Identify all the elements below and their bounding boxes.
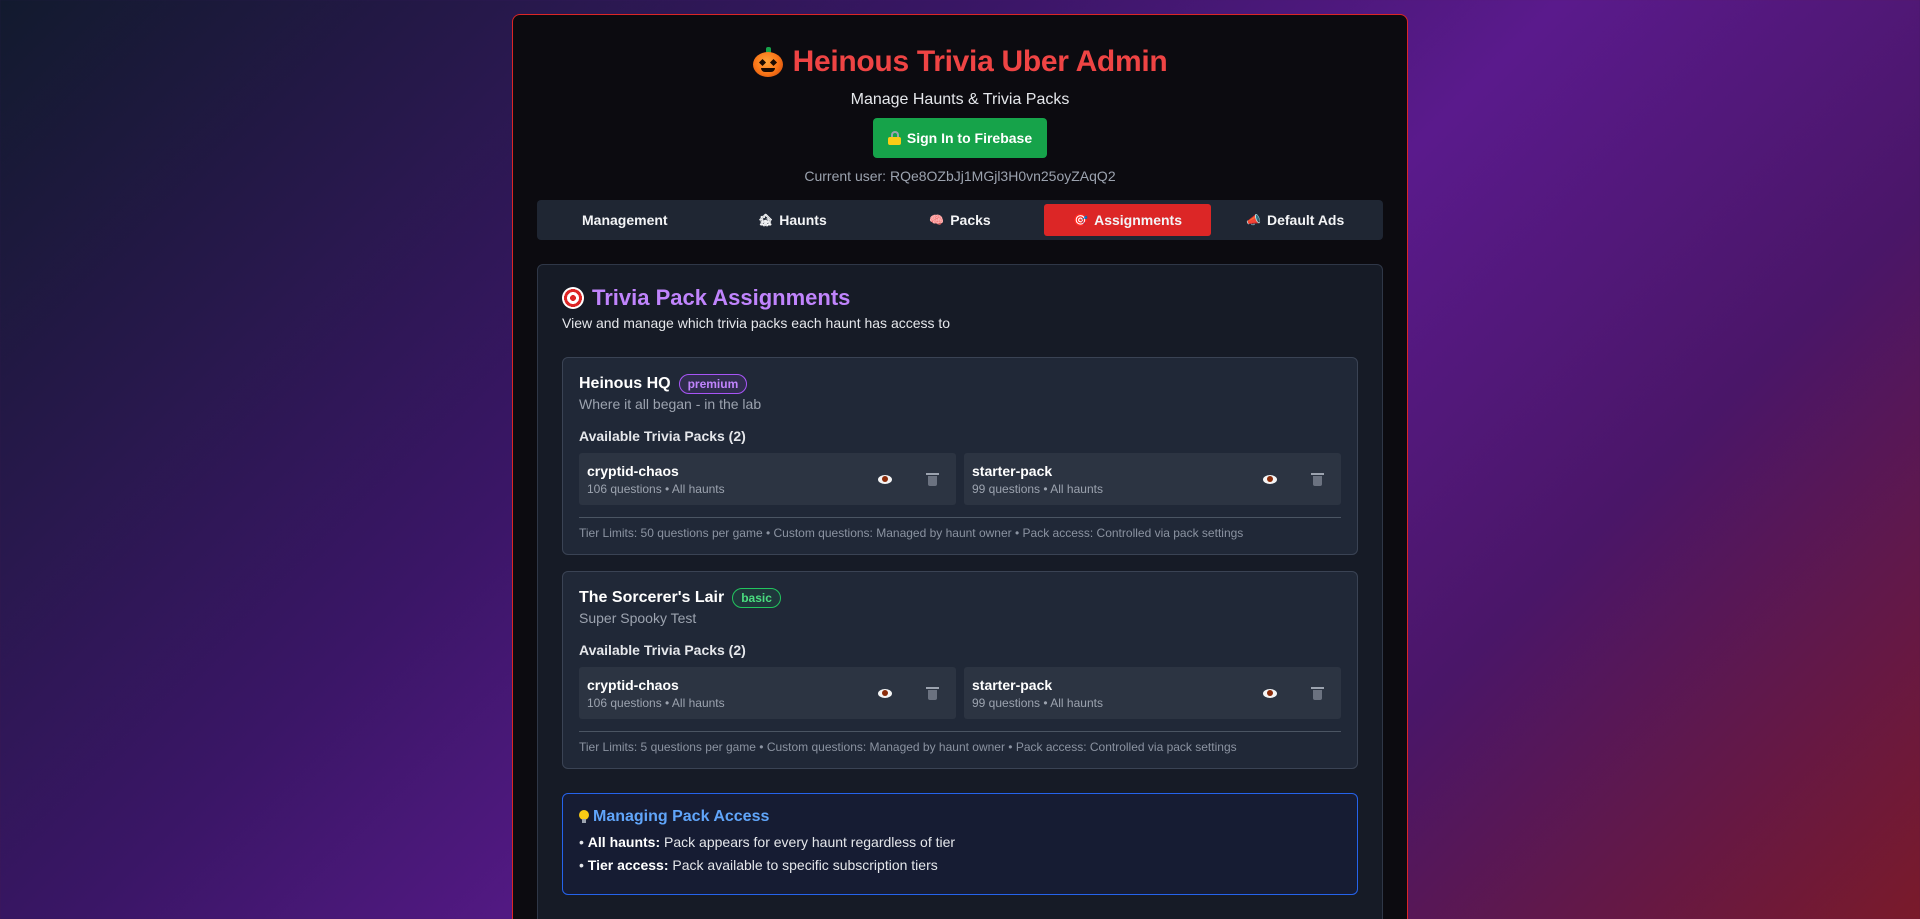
remove-pack-button[interactable]: [1301, 677, 1333, 709]
pack-item: starter-pack 99 questions • All haunts: [964, 453, 1341, 505]
packs-grid: cryptid-chaos 106 questions • All haunts…: [579, 453, 1341, 505]
target-icon: 🎯: [1073, 213, 1089, 227]
tab-assignments[interactable]: 🎯 Assignments: [1043, 204, 1212, 236]
tab-bar: Management 🏚 Haunts 🧠 Packs 🎯 Assignment…: [537, 200, 1383, 240]
eye-icon: [1263, 474, 1277, 484]
info-item-text: Pack available to specific subscription …: [672, 857, 938, 873]
pack-meta: 106 questions • All haunts: [587, 481, 725, 496]
packs-grid: cryptid-chaos 106 questions • All haunts…: [579, 667, 1341, 719]
info-item: • Tier access: Pack available to specifi…: [579, 857, 938, 873]
haunt-header: The Sorcerer's Lair basic: [579, 588, 1341, 608]
eye-icon: [878, 474, 892, 484]
assignments-section: Trivia Pack Assignments View and manage …: [537, 264, 1383, 919]
pack-item: starter-pack 99 questions • All haunts: [964, 667, 1341, 719]
section-title-row: Trivia Pack Assignments: [562, 285, 1358, 311]
info-item: • All haunts: Pack appears for every hau…: [579, 834, 956, 850]
admin-panel: Heinous Trivia Uber Admin Manage Haunts …: [512, 14, 1408, 919]
remove-pack-button[interactable]: [916, 677, 948, 709]
tab-label: Haunts: [779, 212, 827, 228]
haunt-card: The Sorcerer's Lair basic Super Spooky T…: [562, 571, 1358, 769]
lock-icon: [887, 131, 901, 145]
tab-management[interactable]: Management: [541, 204, 709, 236]
tab-haunts[interactable]: 🏚 Haunts: [709, 204, 877, 236]
view-pack-button[interactable]: [1254, 677, 1286, 709]
tab-default-ads[interactable]: 📣 Default Ads: [1211, 204, 1379, 236]
info-item-text: Pack appears for every haunt regardless …: [664, 834, 956, 850]
page-subtitle: Manage Haunts & Trivia Packs: [850, 91, 1070, 108]
haunt-name: The Sorcerer's Lair: [579, 589, 725, 606]
sign-in-button[interactable]: Sign In to Firebase: [872, 118, 1048, 158]
pack-name: starter-pack: [972, 676, 1053, 693]
target-icon: [562, 287, 584, 309]
info-list: • All haunts: Pack appears for every hau…: [579, 834, 1341, 873]
trash-icon: [925, 686, 939, 700]
trash-icon: [1310, 472, 1324, 486]
pack-name: cryptid-chaos: [587, 462, 679, 479]
view-pack-button[interactable]: [869, 677, 901, 709]
tier-badge: basic: [732, 588, 781, 608]
info-item-term: Tier access:: [587, 857, 669, 873]
info-box: Managing Pack Access • All haunts: Pack …: [562, 793, 1358, 895]
info-title: Managing Pack Access: [593, 808, 770, 825]
haunt-header: Heinous HQ premium: [579, 374, 1341, 394]
lightbulb-icon: [579, 810, 589, 824]
pack-meta: 99 questions • All haunts: [972, 481, 1103, 496]
tab-label: Default Ads: [1267, 212, 1345, 228]
packs-label: Available Trivia Packs (2): [579, 428, 746, 444]
remove-pack-button[interactable]: [916, 463, 948, 495]
pack-meta: 106 questions • All haunts: [587, 695, 725, 710]
haunt-name: Heinous HQ: [579, 375, 671, 392]
pack-meta: 99 questions • All haunts: [972, 695, 1103, 710]
current-user: Current user: RQe8OZbJj1MGjl3H0vn25oyZAq…: [804, 168, 1116, 184]
remove-pack-button[interactable]: [1301, 463, 1333, 495]
pack-item: cryptid-chaos 106 questions • All haunts: [579, 453, 956, 505]
title-row: Heinous Trivia Uber Admin: [537, 45, 1383, 79]
pack-name: cryptid-chaos: [587, 676, 679, 693]
section-description: View and manage which trivia packs each …: [562, 315, 951, 331]
trash-icon: [925, 472, 939, 486]
sign-in-label: Sign In to Firebase: [906, 130, 1033, 146]
pumpkin-icon: [752, 47, 783, 77]
haunt-description: Super Spooky Test: [579, 610, 697, 626]
info-title-row: Managing Pack Access: [579, 808, 1341, 826]
page-title: Heinous Trivia Uber Admin: [792, 45, 1168, 78]
view-pack-button[interactable]: [1254, 463, 1286, 495]
haunt-description: Where it all began - in the lab: [579, 396, 762, 412]
tab-packs[interactable]: 🧠 Packs: [876, 204, 1044, 236]
section-title: Trivia Pack Assignments: [592, 285, 851, 310]
eye-icon: [1263, 688, 1277, 698]
packs-label: Available Trivia Packs (2): [579, 642, 746, 658]
eye-icon: [878, 688, 892, 698]
tab-label: Management: [582, 212, 668, 228]
pack-name: starter-pack: [972, 462, 1053, 479]
brain-icon: 🧠: [929, 213, 945, 227]
info-item-term: All haunts:: [587, 834, 661, 850]
header: Heinous Trivia Uber Admin Manage Haunts …: [537, 45, 1383, 184]
tab-label: Packs: [950, 212, 991, 228]
house-icon: 🏚: [758, 213, 774, 227]
haunt-card: Heinous HQ premium Where it all began - …: [562, 357, 1358, 555]
tab-label: Assignments: [1094, 212, 1183, 228]
megaphone-icon: 📣: [1246, 213, 1261, 227]
tier-limits: Tier Limits: 5 questions per game • Cust…: [579, 731, 1341, 754]
tier-limits: Tier Limits: 50 questions per game • Cus…: [579, 517, 1341, 540]
trash-icon: [1310, 686, 1324, 700]
view-pack-button[interactable]: [869, 463, 901, 495]
pack-item: cryptid-chaos 106 questions • All haunts: [579, 667, 956, 719]
tier-badge: premium: [678, 374, 748, 394]
